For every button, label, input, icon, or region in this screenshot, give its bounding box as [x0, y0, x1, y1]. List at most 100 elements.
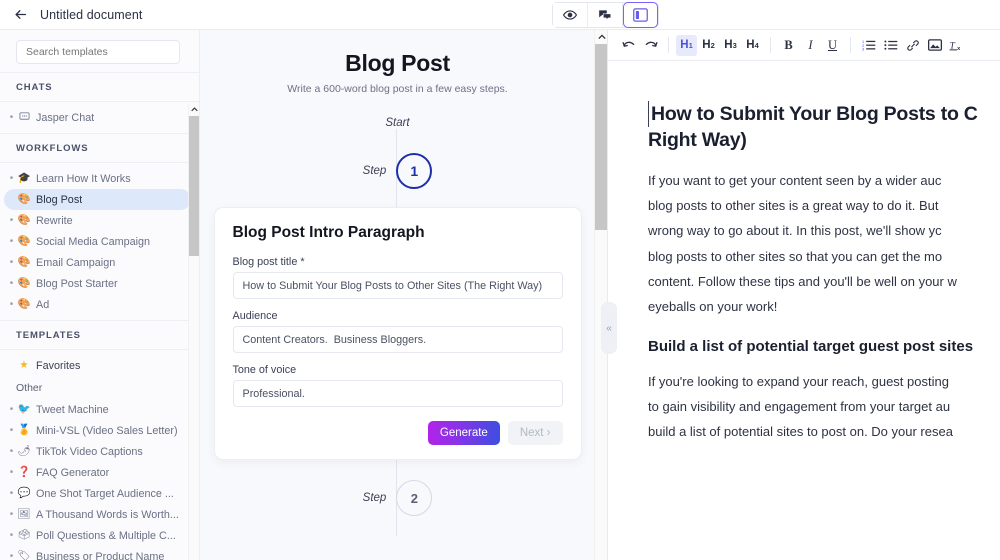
- formatting-toolbar: H1 H2 H3 H4 B I U 1 2: [608, 30, 1000, 61]
- document-paragraph-2: If you're looking to expand your reach, …: [648, 369, 1000, 445]
- heading-4-button[interactable]: H4: [742, 35, 763, 56]
- sidebar-item-blog-post-starter[interactable]: • 🎨 Blog Post Starter: [4, 273, 191, 294]
- sidebar-item-business-or-product-name[interactable]: • 🏷 Business or Product Name: [4, 546, 191, 560]
- step-2-word: Step: [363, 492, 387, 504]
- sidebar-item-label: Social Media Campaign: [36, 236, 150, 248]
- artist-palette-icon: 🎨: [16, 257, 32, 268]
- document-title[interactable]: Untitled document: [40, 8, 142, 22]
- italic-button[interactable]: I: [800, 35, 821, 56]
- scroll-up-arrow-icon[interactable]: [595, 30, 608, 43]
- list-bullet: •: [7, 112, 16, 123]
- field-label: Blog post title *: [233, 256, 563, 268]
- workflow-scrollbar-thumb[interactable]: [595, 44, 608, 230]
- step-2-circle[interactable]: 2: [396, 480, 432, 516]
- comments-button[interactable]: [588, 3, 623, 27]
- h3-label: H: [724, 39, 732, 51]
- h1-sub: 1: [689, 41, 693, 50]
- sidebar-item-label: Email Campaign: [36, 257, 115, 269]
- chili-pepper-icon: 🌶: [16, 446, 32, 457]
- clear-formatting-button[interactable]: T x: [946, 35, 967, 56]
- speech-bubble-icon: 💬: [16, 488, 32, 499]
- sidebar-item-favorites[interactable]: • ★ Favorites: [4, 355, 191, 376]
- document-heading-line-2: Right Way): [648, 127, 1000, 153]
- undo-button[interactable]: [618, 35, 639, 56]
- card-actions: Generate Next ›: [233, 421, 563, 445]
- sidebar-item-mini-vsl[interactable]: • 🏅 Mini-VSL (Video Sales Letter): [4, 420, 191, 441]
- sidebar-item-learn-how-it-works[interactable]: • 🎓 Learn How It Works: [4, 168, 191, 189]
- heading-2-button[interactable]: H2: [698, 35, 719, 56]
- sidebar-item-tiktok-video-captions[interactable]: • 🌶 TikTok Video Captions: [4, 441, 191, 462]
- sidebar-item-social-media-campaign[interactable]: • 🎨 Social Media Campaign: [4, 231, 191, 252]
- sidebar-scrollbar[interactable]: [188, 104, 199, 560]
- sidebar-item-blog-post[interactable]: • 🎨 Blog Post: [4, 189, 191, 210]
- audience-input[interactable]: [233, 326, 563, 353]
- search-input[interactable]: [16, 40, 180, 64]
- sidebar-item-email-campaign[interactable]: • 🎨 Email Campaign: [4, 252, 191, 273]
- workflow-subtitle: Write a 600-word blog post in a few easy…: [200, 83, 595, 95]
- field-label: Tone of voice: [233, 364, 563, 376]
- sidebar-scrollbar-thumb[interactable]: [189, 116, 200, 256]
- workflow-scrollbar[interactable]: [594, 30, 607, 560]
- sidebar-item-ad[interactable]: • 🎨 Ad: [4, 294, 191, 315]
- sidebar-item-label: Business or Product Name: [36, 551, 164, 560]
- heading-1-button[interactable]: H1: [676, 35, 697, 56]
- blog-post-title-input[interactable]: [233, 272, 563, 299]
- document-canvas[interactable]: How to Submit Your Blog Posts to C Right…: [608, 61, 1000, 560]
- section-heading-chats: CHATS: [0, 72, 199, 102]
- tone-of-voice-input[interactable]: [233, 380, 563, 407]
- h1-label: H: [680, 39, 688, 51]
- chat-icon: [16, 111, 32, 125]
- underline-button[interactable]: U: [822, 35, 843, 56]
- step-1-row: Step 1: [200, 153, 595, 189]
- bullet-list-button[interactable]: [880, 35, 901, 56]
- svg-text:x: x: [957, 45, 961, 51]
- preview-button[interactable]: [553, 3, 588, 27]
- sidebar-item-poll-questions[interactable]: • 🗳 Poll Questions & Multiple C...: [4, 525, 191, 546]
- workflow-content: Blog Post Write a 600-word blog post in …: [200, 30, 595, 516]
- sidebar-item-label: Jasper Chat: [36, 112, 94, 124]
- next-button[interactable]: Next ›: [508, 421, 563, 445]
- field-audience: Audience: [233, 310, 563, 364]
- sidebar-item-rewrite[interactable]: • 🎨 Rewrite: [4, 210, 191, 231]
- search-container: [0, 30, 199, 72]
- view-toggle-group: [552, 2, 659, 28]
- bold-button[interactable]: B: [778, 35, 799, 56]
- image-button[interactable]: [924, 35, 945, 56]
- field-tone-of-voice: Tone of voice: [233, 364, 563, 418]
- bullet-list-icon: [884, 39, 898, 51]
- scroll-up-arrow-icon[interactable]: [189, 104, 200, 115]
- sidebar-item-label: Mini-VSL (Video Sales Letter): [36, 425, 178, 437]
- section-heading-workflows: WORKFLOWS: [0, 133, 199, 163]
- generate-button[interactable]: Generate: [428, 421, 500, 445]
- collapse-panel-handle[interactable]: «: [601, 302, 617, 354]
- back-button[interactable]: [6, 1, 34, 29]
- list-bullet: •: [7, 425, 16, 436]
- paragraph-line: If you want to get your content seen by …: [648, 168, 1000, 193]
- sidebar-item-label: A Thousand Words is Worth...: [36, 509, 179, 521]
- artist-palette-icon: 🎨: [16, 299, 32, 310]
- list-bullet: •: [7, 404, 16, 415]
- artist-palette-icon: 🎨: [16, 278, 32, 289]
- sidebar-item-a-thousand-words[interactable]: • 🖼 A Thousand Words is Worth...: [4, 504, 191, 525]
- heading-3-button[interactable]: H3: [720, 35, 741, 56]
- sidebar-item-label: Blog Post Starter: [36, 278, 118, 290]
- sidebar-item-one-shot-target-audience[interactable]: • 💬 One Shot Target Audience ...: [4, 483, 191, 504]
- paragraph-line: content. Follow these tips and you'll be…: [648, 269, 1000, 294]
- link-button[interactable]: [902, 35, 923, 56]
- h4-sub: 4: [755, 41, 759, 50]
- sidebar-item-tweet-machine[interactable]: • 🐦 Tweet Machine: [4, 399, 191, 420]
- sidebar-item-jasper-chat[interactable]: • Jasper Chat: [4, 107, 191, 128]
- split-view-button[interactable]: [623, 2, 658, 28]
- clear-formatting-icon: T x: [949, 39, 964, 52]
- sidebar-item-label: Blog Post: [36, 194, 82, 206]
- graduation-cap-icon: 🎓: [16, 173, 32, 184]
- medal-icon: 🏅: [16, 425, 32, 436]
- step-1-circle[interactable]: 1: [396, 153, 432, 189]
- ordered-list-button[interactable]: 1 2 3: [858, 35, 879, 56]
- paragraph-line: If you're looking to expand your reach, …: [648, 369, 1000, 394]
- redo-icon: [644, 39, 658, 51]
- section-heading-templates: TEMPLATES: [0, 320, 199, 350]
- sidebar-item-faq-generator[interactable]: • ❓ FAQ Generator: [4, 462, 191, 483]
- paragraph-line: to gain visibility and engagement from y…: [648, 394, 1000, 419]
- redo-button[interactable]: [640, 35, 661, 56]
